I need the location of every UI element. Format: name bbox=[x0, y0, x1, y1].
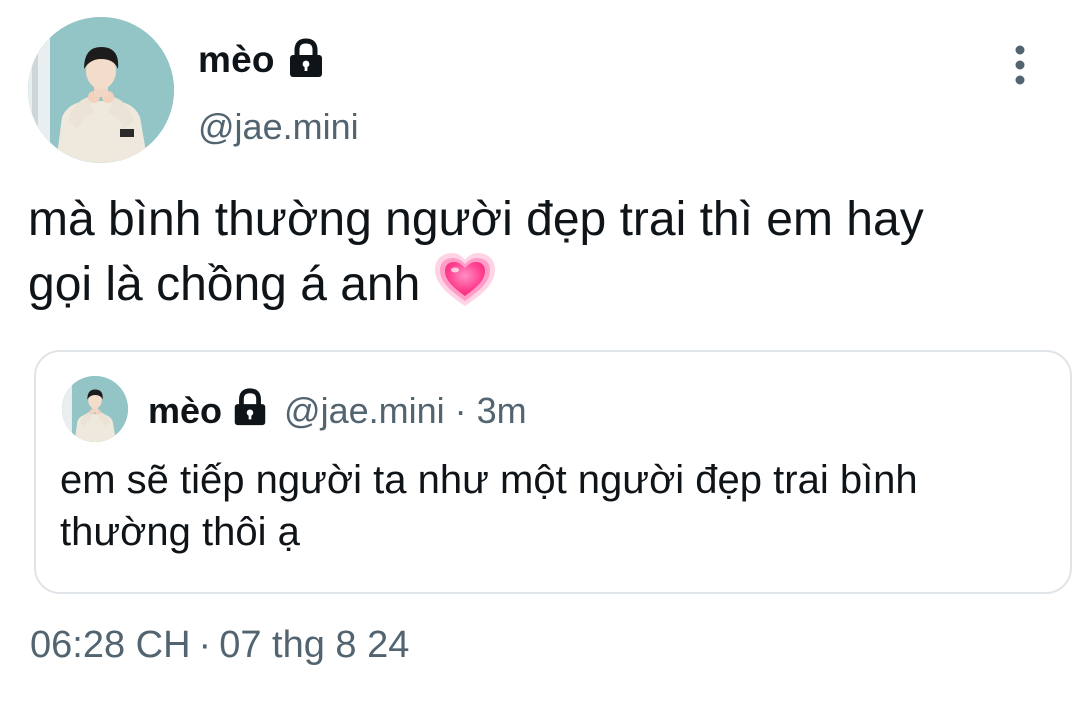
quoted-tweet-header: mèo @jae.mini · 3m bbox=[148, 387, 527, 432]
dot-separator: · bbox=[454, 390, 467, 431]
lock-icon bbox=[230, 387, 270, 436]
tweet-date[interactable]: 07 thg 8 24 bbox=[219, 624, 409, 666]
lock-icon bbox=[285, 37, 327, 84]
quoted-author-display-name: mèo bbox=[148, 390, 223, 431]
tweet-text: mà bình thường người đẹp trai thì em hay… bbox=[28, 188, 1058, 325]
avatar-photo bbox=[28, 17, 174, 163]
tweet-timestamp: 06:28 CH · 07 thg 8 24 bbox=[30, 624, 409, 667]
tweet: mèo @jae.mini mà bình thường người đẹp t… bbox=[0, 0, 1080, 702]
author-avatar[interactable] bbox=[28, 17, 174, 163]
quoted-author-avatar[interactable] bbox=[62, 376, 128, 442]
tweet-text-line: mà bình thường người đẹp trai thì em hay bbox=[28, 193, 924, 246]
tweet-text-fragment: gọi là chồng á anh bbox=[28, 258, 421, 311]
quoted-tweet-card[interactable]: mèo @jae.mini · 3m em sẽ tiếp người ta n… bbox=[34, 350, 1072, 594]
author-name-row: mèo bbox=[198, 36, 327, 84]
quoted-tweet-text-line: thường thôi ạ bbox=[60, 510, 300, 554]
growing-heart-icon bbox=[434, 252, 496, 325]
quoted-tweet-text: em sẽ tiếp người ta như một người đẹp tr… bbox=[60, 454, 1040, 558]
avatar-photo bbox=[62, 376, 128, 442]
quoted-tweet-time: 3m bbox=[476, 390, 527, 431]
dot-separator: · bbox=[198, 624, 212, 666]
author-handle[interactable]: @jae.mini bbox=[198, 106, 359, 148]
more-vertical-icon bbox=[1015, 45, 1025, 85]
quoted-author-handle: @jae.mini bbox=[284, 390, 445, 431]
tweet-time[interactable]: 06:28 CH bbox=[30, 624, 191, 666]
author-display-name[interactable]: mèo bbox=[198, 39, 275, 81]
quoted-tweet-text-line: em sẽ tiếp người ta như một người đẹp tr… bbox=[60, 458, 918, 502]
more-options-button[interactable] bbox=[1000, 40, 1040, 90]
tweet-text-line: gọi là chồng á anh bbox=[28, 252, 1058, 325]
